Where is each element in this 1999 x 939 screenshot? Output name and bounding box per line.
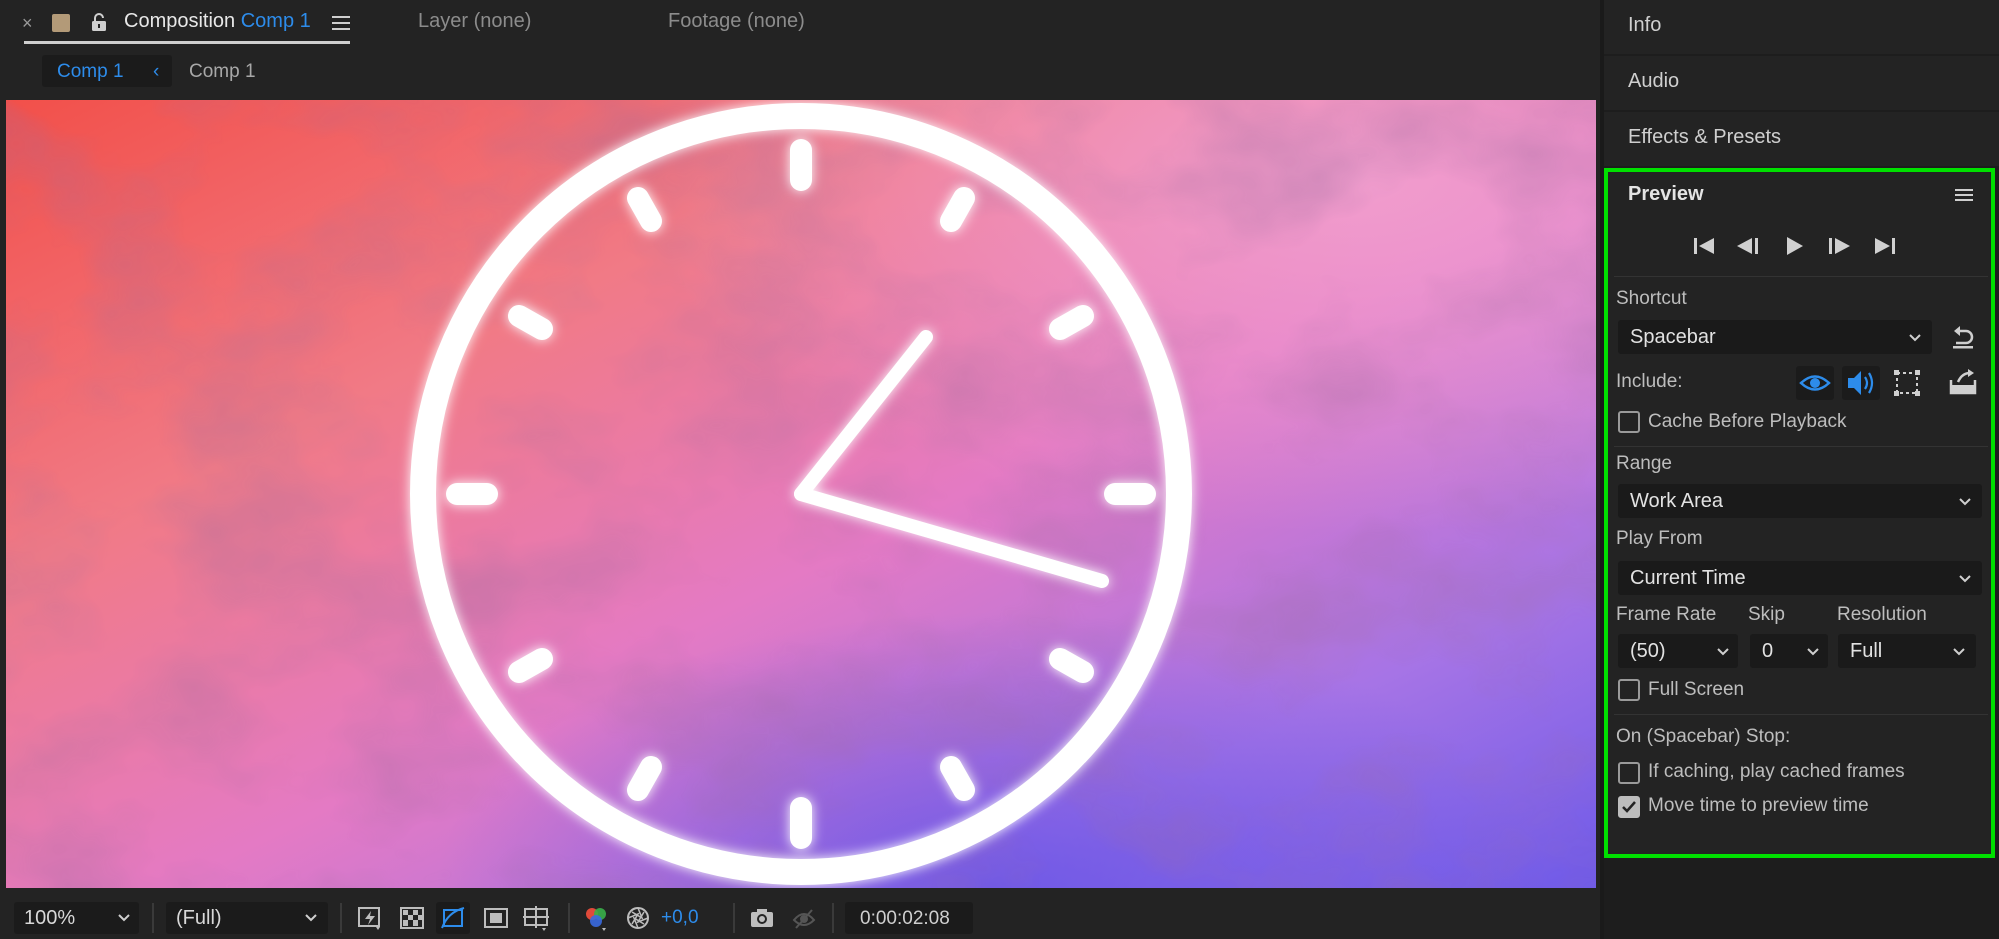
play-from-dropdown[interactable]: Current Time — [1618, 561, 1982, 595]
range-label: Range — [1616, 453, 1672, 474]
zoom-value: 100% — [24, 907, 76, 929]
first-frame-icon[interactable] — [1690, 233, 1718, 259]
tab-composition-prefix: Composition — [124, 10, 236, 32]
play-from-label: Play From — [1616, 528, 1703, 549]
info-panel-label: Info — [1628, 14, 1662, 36]
chevron-down-icon — [1959, 575, 1971, 583]
chevron-down-icon — [118, 914, 130, 922]
next-frame-icon[interactable] — [1825, 233, 1853, 259]
on-stop-label: On (Spacebar) Stop: — [1616, 726, 1791, 747]
grid-guides-icon[interactable] — [522, 904, 550, 932]
toolbar-divider — [340, 903, 342, 933]
mask-visibility-button[interactable] — [436, 902, 470, 934]
breadcrumb-active-label: Comp 1 — [57, 61, 124, 82]
preview-resolution-dropdown[interactable]: Full — [1838, 634, 1976, 668]
audio-panel-tab[interactable]: Audio — [1604, 56, 1999, 110]
reset-shortcut-icon[interactable] — [1950, 324, 1976, 350]
zoom-dropdown[interactable]: 100% — [14, 902, 139, 934]
toolbar-divider — [568, 903, 570, 933]
snapshot-camera-icon[interactable] — [748, 904, 776, 932]
preview-panel-title: Preview — [1628, 183, 1704, 205]
if-caching-label: If caching, play cached frames — [1648, 761, 1905, 782]
panel-menu-icon[interactable] — [332, 15, 350, 31]
skip-value: 0 — [1762, 640, 1774, 662]
transparency-grid-icon[interactable] — [398, 904, 426, 932]
channel-rgb-icon[interactable] — [582, 904, 610, 932]
composition-color-swatch — [52, 14, 70, 32]
tab-composition[interactable]: Composition Comp 1 — [124, 10, 311, 33]
toolbar-divider — [832, 903, 834, 933]
effects-presets-panel-tab[interactable]: Effects & Presets — [1604, 112, 1999, 166]
chevron-down-icon — [1717, 648, 1729, 656]
shortcut-value: Spacebar — [1630, 326, 1716, 348]
panel-menu-icon[interactable] — [1955, 188, 1973, 203]
if-caching-checkbox[interactable] — [1618, 762, 1640, 784]
speaker-icon — [1848, 371, 1874, 395]
effects-presets-label: Effects & Presets — [1628, 126, 1782, 148]
fast-previews-icon[interactable] — [356, 904, 384, 932]
include-audio-toggle[interactable] — [1842, 366, 1880, 400]
shortcut-label: Shortcut — [1616, 288, 1687, 309]
divider — [1614, 276, 1988, 277]
frame-rate-label: Frame Rate — [1616, 604, 1717, 625]
active-tab-underline — [24, 41, 350, 44]
full-screen-label: Full Screen — [1648, 679, 1745, 700]
preview-resolution-value: Full — [1850, 640, 1883, 662]
current-time-display[interactable]: 0:00:02:08 — [845, 902, 973, 934]
cache-before-playback-checkbox[interactable] — [1618, 411, 1640, 433]
chevron-down-icon — [1959, 498, 1971, 506]
last-frame-icon[interactable] — [1871, 233, 1899, 259]
composition-viewer[interactable] — [6, 100, 1596, 888]
resolution-dropdown[interactable]: (Full) — [166, 902, 328, 934]
reset-exposure-icon[interactable] — [624, 904, 652, 932]
range-value: Work Area — [1630, 490, 1723, 512]
full-screen-checkbox[interactable] — [1618, 679, 1640, 701]
toolbar-divider — [152, 903, 154, 933]
export-icon[interactable] — [1948, 368, 1978, 396]
skip-dropdown[interactable]: 0 — [1750, 634, 1828, 668]
resolution-value: (Full) — [176, 907, 222, 929]
checkmark-icon — [1622, 801, 1636, 813]
close-panel-button[interactable]: × — [22, 13, 33, 34]
shortcut-dropdown[interactable]: Spacebar — [1618, 320, 1932, 354]
overlay-bounds-icon — [1894, 370, 1920, 396]
tab-composition-name: Comp 1 — [240, 10, 311, 32]
mask-path-icon — [441, 907, 465, 929]
region-of-interest-icon[interactable] — [482, 904, 510, 932]
clock-artwork — [6, 100, 1596, 888]
divider — [1614, 446, 1988, 447]
toolbar-divider — [733, 903, 735, 933]
play-from-value: Current Time — [1630, 567, 1746, 589]
chevron-down-icon — [1909, 334, 1921, 342]
chevron-down-icon — [1953, 648, 1965, 656]
include-label: Include: — [1616, 371, 1683, 392]
divider — [1614, 714, 1988, 715]
move-time-checkbox[interactable] — [1618, 796, 1640, 818]
range-dropdown[interactable]: Work Area — [1618, 484, 1982, 518]
cache-before-playback-label: Cache Before Playback — [1648, 411, 1847, 432]
breadcrumb-comp[interactable]: Comp 1 — [189, 61, 256, 83]
frame-rate-value: (50) — [1630, 640, 1666, 662]
info-panel-tab[interactable]: Info — [1604, 0, 1999, 54]
eye-icon — [1799, 375, 1831, 391]
play-icon[interactable] — [1780, 233, 1808, 259]
exposure-value[interactable]: +0,0 — [661, 907, 699, 929]
tab-footage[interactable]: Footage (none) — [668, 10, 805, 33]
chevron-down-icon — [305, 914, 317, 922]
previous-frame-icon[interactable] — [1734, 233, 1762, 259]
chevron-down-icon — [1807, 648, 1819, 656]
include-overlays-toggle[interactable] — [1888, 366, 1926, 400]
tab-layer[interactable]: Layer (none) — [418, 10, 531, 33]
skip-label: Skip — [1748, 604, 1785, 625]
frame-rate-dropdown[interactable]: (50) — [1618, 634, 1738, 668]
breadcrumb-arrow-icon[interactable]: ‹ — [153, 61, 159, 83]
move-time-label: Move time to preview time — [1648, 795, 1869, 816]
lock-icon[interactable] — [90, 12, 108, 32]
show-snapshot-icon[interactable] — [790, 904, 818, 932]
audio-panel-label: Audio — [1628, 70, 1680, 92]
include-video-toggle[interactable] — [1796, 366, 1834, 400]
resolution-label: Resolution — [1837, 604, 1927, 625]
